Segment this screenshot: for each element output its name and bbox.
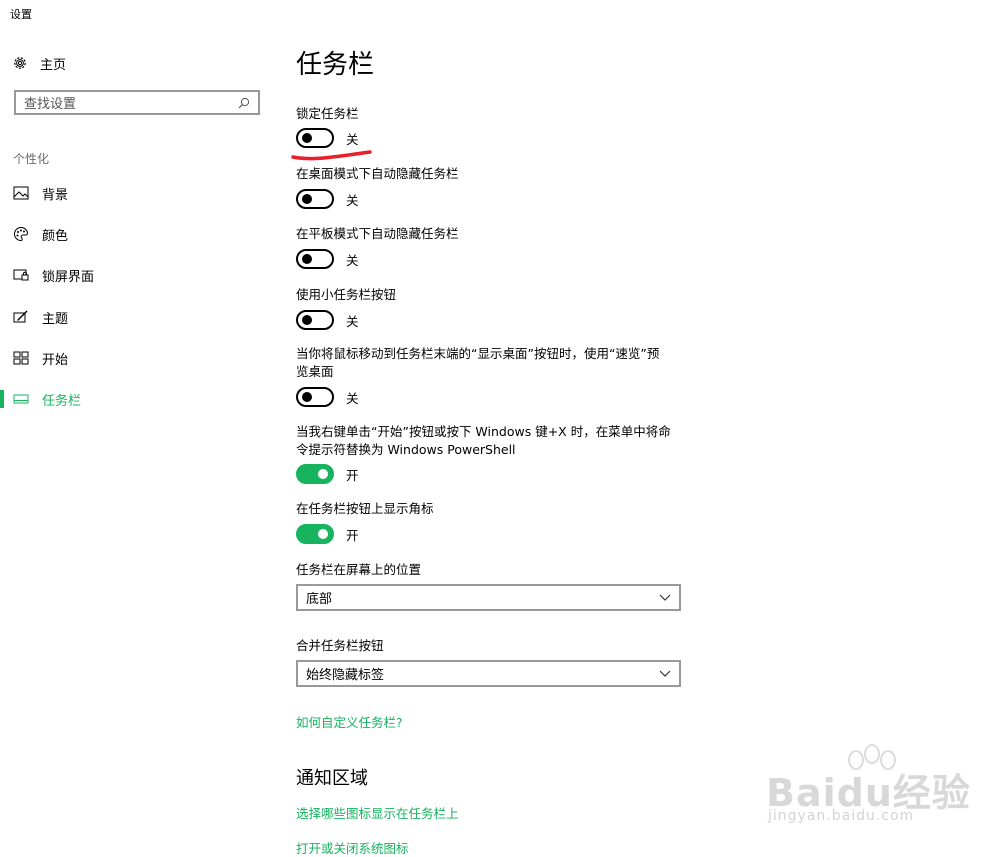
chevron-down-icon <box>659 670 671 677</box>
toggle-state: 关 <box>346 192 359 208</box>
autohide-tablet-row: 关 <box>296 249 359 269</box>
powershell-row: 开 <box>296 464 359 484</box>
sidebar-item-background[interactable]: 背景 <box>0 180 270 206</box>
badges-toggle[interactable] <box>296 524 334 544</box>
gear-icon <box>14 57 26 69</box>
sidebar-item-themes[interactable]: 主题 <box>0 304 270 330</box>
powershell-label-line1: 当我右键单击“开始”按钮或按下 Windows 键+X 时，在菜单中将命 <box>296 424 671 439</box>
toggle-knob <box>302 194 312 204</box>
sidebar-home[interactable]: 主页 <box>12 52 66 74</box>
autohide-desktop-label: 在桌面模式下自动隐藏任务栏 <box>296 166 459 181</box>
lock-taskbar-label: 锁定任务栏 <box>296 106 359 121</box>
system-icons-link[interactable]: 打开或关闭系统图标 <box>296 838 409 857</box>
badges-row: 开 <box>296 524 359 544</box>
page-title: 任务栏 <box>296 50 375 80</box>
toggle-knob <box>302 254 312 264</box>
home-label: 主页 <box>40 57 67 73</box>
sidebar-item-lock-screen[interactable]: 锁屏界面 <box>0 262 270 288</box>
window-title: 设置 <box>10 8 32 21</box>
autohide-desktop-toggle[interactable] <box>296 189 334 209</box>
chevron-down-icon <box>659 594 671 601</box>
peek-label-line2: 览桌面 <box>296 364 334 379</box>
position-label: 任务栏在屏幕上的位置 <box>296 562 422 577</box>
lock-screen-icon <box>13 267 29 283</box>
small-buttons-row: 关 <box>296 310 359 330</box>
peek-toggle[interactable] <box>296 387 334 407</box>
start-grid-icon <box>13 350 29 366</box>
autohide-tablet-toggle[interactable] <box>296 249 334 269</box>
autohide-tablet-label: 在平板模式下自动隐藏任务栏 <box>296 226 459 241</box>
sidebar-item-label: 颜色 <box>42 228 69 244</box>
palette-icon <box>13 226 29 242</box>
toggle-knob <box>318 469 328 479</box>
toggle-knob <box>302 133 312 143</box>
customize-taskbar-link[interactable]: 如何自定义任务栏? <box>296 712 403 731</box>
toggle-knob <box>318 529 328 539</box>
toggle-state: 开 <box>346 527 359 543</box>
red-underline-annotation <box>291 150 372 161</box>
toggle-knob <box>302 315 312 325</box>
toggle-state: 关 <box>346 252 359 268</box>
sidebar-item-taskbar[interactable]: 任务栏 <box>0 386 270 412</box>
combine-dropdown[interactable]: 始终隐藏标签 <box>296 660 681 687</box>
section-personalization: 个性化 <box>13 152 50 166</box>
position-dropdown[interactable]: 底部 <box>296 584 681 611</box>
notification-area-title: 通知区域 <box>296 768 368 789</box>
peek-row: 关 <box>296 387 359 407</box>
taskbar-icon <box>13 391 29 407</box>
small-buttons-toggle[interactable] <box>296 310 334 330</box>
autohide-desktop-row: 关 <box>296 189 359 209</box>
toggle-knob <box>302 392 312 402</box>
toggle-state: 关 <box>346 313 359 329</box>
powershell-toggle[interactable] <box>296 464 334 484</box>
small-buttons-label: 使用小任务栏按钮 <box>296 287 397 302</box>
powershell-label: 当我右键单击“开始”按钮或按下 Windows 键+X 时，在菜单中将命 令提示… <box>296 423 676 459</box>
active-indicator <box>0 390 4 408</box>
toggle-state: 开 <box>346 467 359 483</box>
sidebar-item-label: 背景 <box>42 187 69 203</box>
search-icon <box>238 97 250 108</box>
sidebar-item-label: 开始 <box>42 352 69 368</box>
select-icons-link[interactable]: 选择哪些图标显示在任务栏上 <box>296 803 459 822</box>
sidebar-item-label: 锁屏界面 <box>42 269 95 285</box>
sidebar-item-start[interactable]: 开始 <box>0 345 270 371</box>
sidebar-item-label: 主题 <box>42 311 69 327</box>
sidebar-item-label: 任务栏 <box>42 393 82 409</box>
badges-label: 在任务栏按钮上显示角标 <box>296 501 434 516</box>
peek-label-line1: 当你将鼠标移动到任务栏末端的“显示桌面”按钮时，使用“速览”预 <box>296 346 660 361</box>
watermark-url: jingyan.baidu.com <box>768 808 915 824</box>
toggle-state: 关 <box>346 390 359 406</box>
sidebar-item-color[interactable]: 颜色 <box>0 221 270 247</box>
search-input[interactable]: 查找设置 <box>14 90 260 115</box>
position-value: 底部 <box>306 592 333 607</box>
peek-label: 当你将鼠标移动到任务栏末端的“显示桌面”按钮时，使用“速览”预 览桌面 <box>296 345 676 381</box>
powershell-label-line2: 令提示符替换为 Windows PowerShell <box>296 442 516 457</box>
combine-value: 始终隐藏标签 <box>306 668 385 683</box>
combine-label: 合并任务栏按钮 <box>296 638 384 653</box>
theme-icon <box>13 309 29 325</box>
search-placeholder: 查找设置 <box>24 97 77 112</box>
picture-icon <box>13 185 29 201</box>
